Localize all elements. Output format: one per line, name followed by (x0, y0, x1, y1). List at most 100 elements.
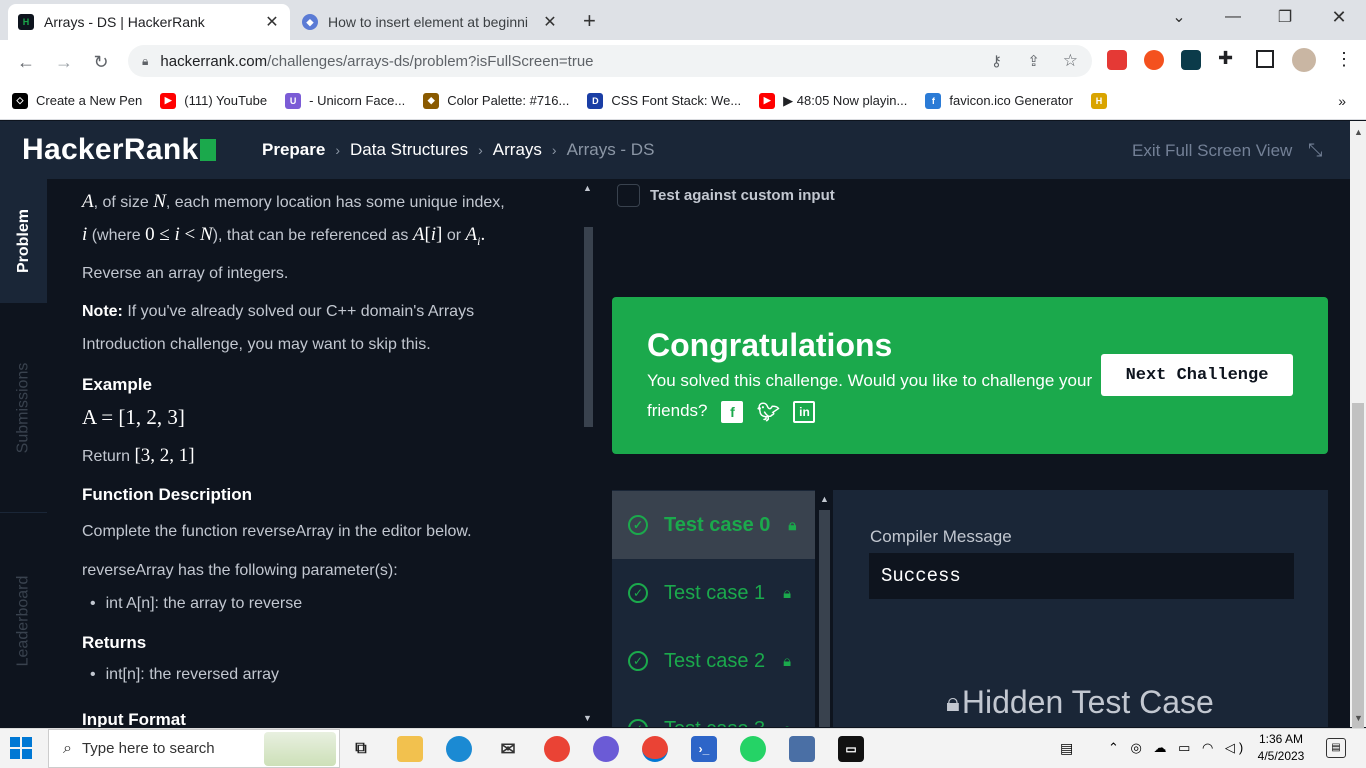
problem-scrollbar[interactable]: ▲ ▼ (580, 179, 597, 727)
tab-arrays-ds[interactable]: H Arrays - DS | HackerRank ✕ (8, 4, 290, 40)
restore-icon[interactable]: ❐ (1262, 0, 1308, 34)
scroll-down-icon[interactable]: ▼ (583, 713, 592, 723)
test-case-scrollbar[interactable]: ▲ (816, 490, 833, 727)
task-view-icon[interactable]: ⧉ (348, 736, 374, 762)
bookmark-css-font-stack[interactable]: D CSS Font Stack: We... (587, 92, 741, 109)
terminal-icon[interactable]: ▭ (838, 736, 864, 762)
lock-icon: 🔒︎ (783, 652, 792, 670)
tab-title: Arrays - DS | HackerRank (44, 14, 205, 30)
input-format-heading: Input Format (82, 710, 186, 727)
edge-icon[interactable] (446, 736, 472, 762)
extension-icon[interactable] (1181, 50, 1201, 70)
network-app-icon[interactable] (789, 736, 815, 762)
test-case-label: Test case 3 (664, 718, 765, 728)
page-scrollbar[interactable]: ▲ ▼ (1350, 121, 1366, 733)
share-icon[interactable]: ⇪ (1027, 52, 1040, 70)
bookmark-youtube[interactable]: ▶ (111) YouTube (160, 92, 267, 109)
mail-icon[interactable]: ✉ (495, 736, 521, 762)
twitter-icon[interactable]: 🐦︎ (757, 401, 780, 423)
youtube-icon: ▶ (759, 92, 776, 109)
tab-search-chevron-icon[interactable]: ⌄ (1156, 0, 1202, 34)
math-var-a: A (82, 191, 94, 212)
lock-icon: 🔒︎ (783, 721, 791, 728)
kebab-menu-icon[interactable]: ⋮ (1335, 49, 1353, 70)
scroll-down-icon[interactable]: ▼ (1354, 713, 1363, 723)
bookmark-color-palette[interactable]: ◆ Color Palette: #716... (423, 92, 569, 109)
whatsapp-icon[interactable] (740, 736, 766, 762)
tab-insert-element[interactable]: ◆ How to insert element at beginni ✕ (292, 4, 568, 40)
star-icon[interactable]: ☆ (1063, 51, 1078, 71)
tab-leaderboard[interactable]: Leaderboard (0, 515, 47, 727)
file-explorer-icon[interactable] (397, 736, 423, 762)
math-a-sub-i: Ai. (465, 224, 486, 248)
breadcrumb-prepare[interactable]: Prepare (262, 140, 325, 160)
scroll-up-icon[interactable]: ▲ (583, 183, 592, 193)
notification-icon[interactable]: ▤ (1326, 738, 1346, 758)
next-challenge-button[interactable]: Next Challenge (1101, 354, 1293, 396)
chevron-right-icon: › (335, 142, 340, 158)
reverse-text: Reverse an array of integers. (82, 265, 289, 282)
window-close-icon[interactable]: ✕ (1316, 0, 1362, 34)
new-tab-plus-icon[interactable]: + (583, 8, 596, 34)
test-case-3-clip: ✓ Test case 3 🔒︎ (612, 695, 815, 727)
profile-avatar[interactable] (1292, 48, 1316, 72)
bookmark-extra[interactable]: H (1090, 92, 1115, 109)
system-tray-icons[interactable]: ⌃ ◎ ☁ ▭ ◠ ◁) (1108, 740, 1247, 756)
scrollbar-thumb[interactable] (584, 227, 593, 427)
codepen-icon: ◇ (12, 92, 28, 109)
chrome-profile-icon[interactable] (642, 736, 668, 762)
bookmark-favicon-generator[interactable]: f favicon.ico Generator (925, 92, 1073, 109)
bookmark-unicorn[interactable]: U - Unicorn Face... (285, 92, 405, 109)
tab-submissions[interactable]: Submissions (0, 303, 47, 513)
more-bookmarks-icon[interactable]: » (1338, 93, 1346, 109)
windows-start-icon[interactable] (10, 737, 32, 759)
breadcrumb-arrays[interactable]: Arrays (493, 140, 542, 160)
scroll-up-icon[interactable]: ▲ (820, 494, 829, 504)
checkbox[interactable] (617, 184, 640, 207)
logo-square-icon (200, 139, 217, 161)
app-icon[interactable] (593, 736, 619, 762)
hackerrank-logo[interactable]: HackerRank (22, 133, 217, 167)
youtube-icon: ▶ (160, 92, 177, 109)
custom-input-toggle[interactable]: Test against custom input (617, 184, 835, 207)
problem-statement: A, of size N, each memory location has s… (47, 179, 580, 727)
test-case-3[interactable]: ✓ Test case 3 🔒︎ (612, 695, 815, 727)
side-panel-icon[interactable] (1256, 50, 1274, 68)
keyboard-icon[interactable]: ▤ (1060, 740, 1073, 757)
reload-icon[interactable]: ↻ (87, 48, 115, 76)
pocket-extension-icon[interactable] (1107, 50, 1127, 70)
powershell-icon[interactable]: ›_ (691, 736, 717, 762)
test-case-2[interactable]: ✓ Test case 2 🔒︎ (612, 627, 815, 695)
bookmark-now-playing[interactable]: ▶ ▶ 48:05 Now playin... (759, 92, 907, 109)
test-case-1[interactable]: ✓ Test case 1 🔒︎ (612, 559, 815, 627)
url-host: hackerrank.com (160, 52, 268, 70)
puzzle-extensions-icon[interactable]: ✚ (1218, 48, 1233, 69)
minimize-icon[interactable]: — (1210, 0, 1256, 34)
linkedin-icon[interactable]: in (793, 400, 816, 423)
search-highlight-image (264, 732, 336, 766)
chrome-icon[interactable] (544, 736, 570, 762)
facebook-icon[interactable]: f (721, 400, 744, 423)
back-arrow-icon[interactable]: ← (12, 48, 40, 76)
breadcrumb-data-structures[interactable]: Data Structures (350, 140, 468, 160)
check-circle-icon: ✓ (628, 651, 648, 671)
address-bar[interactable]: 🔒︎ hackerrank.com/challenges/arrays-ds/p… (128, 45, 1092, 77)
close-icon[interactable]: ✕ (542, 12, 558, 32)
extension-icon[interactable] (1144, 50, 1164, 70)
scrollbar-thumb[interactable] (1352, 403, 1364, 733)
forward-arrow-icon[interactable]: → (50, 48, 78, 76)
test-case-0[interactable]: ✓ Test case 0 🔒︎ (612, 491, 815, 559)
scroll-up-icon[interactable]: ▲ (1354, 127, 1363, 137)
hackerrank-favicon-icon: H (18, 14, 34, 30)
close-icon[interactable]: ✕ (264, 12, 280, 32)
unicorn-icon: U (285, 92, 302, 109)
key-icon[interactable]: ⚷ (991, 52, 1002, 70)
tab-problem[interactable]: Problem (0, 179, 47, 303)
exit-full-screen-link[interactable]: Exit Full Screen View (1132, 141, 1292, 161)
taskbar-search[interactable]: ⌕ Type here to search (48, 729, 340, 768)
collapse-icon[interactable]: ⤡ (1308, 140, 1322, 161)
lock-icon: 🔒︎ (788, 516, 797, 534)
taskbar-clock[interactable]: 1:36 AM 4/5/2023 (1248, 731, 1314, 765)
scrollbar-thumb[interactable] (819, 510, 830, 727)
bookmark-create-new-pen[interactable]: ◇ Create a New Pen (12, 92, 142, 109)
